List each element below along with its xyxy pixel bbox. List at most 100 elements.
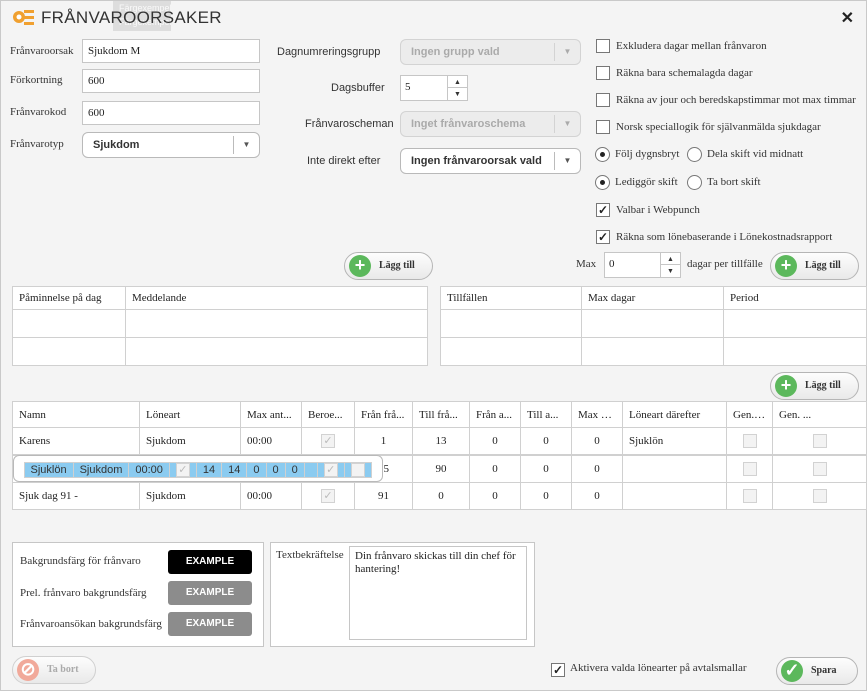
column-header[interactable]: Påminnelse på dag	[12, 286, 126, 310]
generate-checkbox: ✓	[323, 463, 338, 477]
option-label: Räkna bara schemalagda dagar	[616, 67, 753, 79]
radio-label: Dela skift vid midnatt	[707, 148, 804, 160]
option-checkbox[interactable]	[596, 39, 610, 53]
delete-button[interactable]: ⊘ Ta bort	[12, 656, 96, 684]
table-cell[interactable]	[723, 337, 867, 366]
column-header[interactable]: Tillfällen	[440, 286, 582, 310]
table-cell[interactable]	[440, 337, 582, 366]
column-header[interactable]: Från frå...	[354, 401, 413, 428]
option-checkbox[interactable]	[596, 93, 610, 107]
column-header[interactable]: Från a...	[469, 401, 521, 428]
franvarotyp-select[interactable]: Sjukdom ▼	[82, 132, 260, 158]
table-cell[interactable]	[12, 337, 126, 366]
inte-direkt-efter-select[interactable]: Ingen frånvaroorsak vald ▼	[400, 148, 581, 174]
franvarokod-input[interactable]	[82, 101, 260, 125]
up-arrow-icon[interactable]: ▲	[448, 76, 467, 88]
column-header[interactable]: Beroe...	[301, 401, 355, 428]
column-header[interactable]: Löneart därefter	[622, 401, 727, 428]
add-reminder-button[interactable]: + Lägg till	[344, 252, 433, 280]
table-cell	[622, 482, 727, 510]
table-cell: 00:00	[240, 482, 302, 510]
inte-direkt-efter-label: Inte direkt efter	[307, 155, 381, 167]
table-cell[interactable]	[440, 309, 582, 338]
option-label: Räkna av jour och beredskapstimmar mot m…	[616, 94, 856, 106]
column-header[interactable]: Till frå...	[412, 401, 470, 428]
salary-report-checkbox[interactable]: ✓	[596, 230, 610, 244]
table-cell: 0	[284, 462, 305, 478]
option-checkbox[interactable]	[596, 66, 610, 80]
table-cell	[772, 427, 867, 455]
checkmark-icon: ✓	[781, 660, 803, 682]
franvarotyp-label: Frånvarotyp	[10, 138, 64, 150]
table-cell: 0	[469, 482, 521, 510]
salary-types-table: Namn Löneart Max ant... Beroe... Från fr…	[12, 401, 867, 510]
table-cell[interactable]	[125, 337, 428, 366]
column-header[interactable]: Löneart	[139, 401, 241, 428]
franvarotyp-value: Sjukdom	[93, 139, 140, 151]
bg-color-example[interactable]: EXAMPLE	[168, 550, 252, 574]
add-salary-row-button[interactable]: + Lägg till	[770, 372, 859, 400]
dagsbuffer-stepper[interactable]: 5 ▲ ▼	[400, 75, 468, 101]
table-cell: 0	[469, 455, 521, 483]
table-row[interactable]: Karens Sjukdom 00:00 ✓ 1 13 0 0 0 Sjuklön	[12, 427, 867, 455]
application-color-example[interactable]: EXAMPLE	[168, 612, 252, 636]
max-days-stepper[interactable]: 0 ▲ ▼	[604, 252, 681, 278]
option-label: Norsk speciallogik för självanmälda sjuk…	[616, 121, 821, 133]
dagnumrering-select[interactable]: Ingen grupp vald ▼	[400, 39, 581, 65]
column-header[interactable]: Max ant...	[240, 401, 302, 428]
franvaroscheman-select[interactable]: Inget frånvaroschema ▼	[400, 111, 581, 137]
forkortning-input[interactable]	[82, 69, 260, 93]
prel-color-example[interactable]: EXAMPLE	[168, 581, 252, 605]
table-cell	[343, 462, 372, 478]
table-cell[interactable]	[581, 309, 724, 338]
radio-split-midnight[interactable]	[687, 147, 702, 162]
column-header[interactable]: Meddelande	[125, 286, 428, 310]
webpunch-checkbox[interactable]: ✓	[596, 203, 610, 217]
column-header[interactable]: Gen. e...	[726, 401, 773, 428]
absence-reasons-dialog: Färgexempel Färgexempel FRÅNVAROORSAKER ✕…	[0, 0, 867, 691]
table-cell: 14	[195, 462, 223, 478]
text-confirmation-textarea[interactable]: Din frånvaro skickas till din chef för h…	[349, 546, 527, 640]
column-header[interactable]: Max da...	[571, 401, 623, 428]
option-checkbox[interactable]	[596, 120, 610, 134]
table-cell: 0	[520, 482, 572, 510]
title-bar: Färgexempel Färgexempel FRÅNVAROORSAKER ✕	[1, 1, 866, 35]
column-header[interactable]: Max dagar	[581, 286, 724, 310]
table-cell	[772, 482, 867, 510]
dagnumrering-value: Ingen grupp vald	[411, 46, 500, 58]
table-row[interactable]: Sjuklön Sjukdom 00:00 ✓ 14 14 0 0 0 ✓	[12, 455, 383, 482]
table-cell	[726, 427, 773, 455]
table-cell[interactable]	[12, 309, 126, 338]
column-header[interactable]: Gen. ...	[772, 401, 867, 428]
table-cell[interactable]	[723, 309, 867, 338]
table-cell[interactable]	[125, 309, 428, 338]
radio-remove-shift[interactable]	[687, 175, 702, 190]
table-cell: 90	[412, 455, 470, 483]
up-arrow-icon[interactable]: ▲	[661, 253, 680, 265]
franvaroorsak-input[interactable]	[82, 39, 260, 63]
table-cell[interactable]	[581, 337, 724, 366]
generate-checkbox	[742, 434, 757, 448]
max-label: Max	[576, 258, 597, 270]
down-arrow-icon[interactable]: ▼	[661, 265, 680, 277]
column-header[interactable]: Namn	[12, 401, 140, 428]
activate-checkbox[interactable]: ✓	[551, 663, 565, 677]
column-header[interactable]: Till a...	[520, 401, 572, 428]
table-cell: 00:00	[240, 427, 302, 455]
close-icon[interactable]: ✕	[841, 8, 854, 28]
forkortning-label: Förkortning	[10, 74, 63, 86]
down-arrow-icon[interactable]: ▼	[448, 88, 467, 100]
table-cell: ✓	[301, 427, 355, 455]
add-occasion-button[interactable]: + Lägg till	[770, 252, 859, 280]
table-cell: 91	[354, 482, 413, 510]
table-row[interactable]: Sjuk dag 91 - Sjukdom 00:00 ✓ 91 0 0 0 0	[12, 482, 867, 510]
column-header[interactable]: Period	[723, 286, 867, 310]
radio-free-shift[interactable]	[595, 175, 610, 190]
generate-checkbox	[350, 463, 365, 477]
table-cell: Sjuklön	[23, 462, 74, 478]
option-label: Valbar i Webpunch	[616, 204, 700, 216]
save-button[interactable]: ✓ Spara	[776, 657, 858, 685]
table-cell: Sjukdom	[139, 427, 241, 455]
dagnumrering-label: Dagnumreringsgrupp	[277, 46, 381, 58]
radio-follow-day-break[interactable]	[595, 147, 610, 162]
